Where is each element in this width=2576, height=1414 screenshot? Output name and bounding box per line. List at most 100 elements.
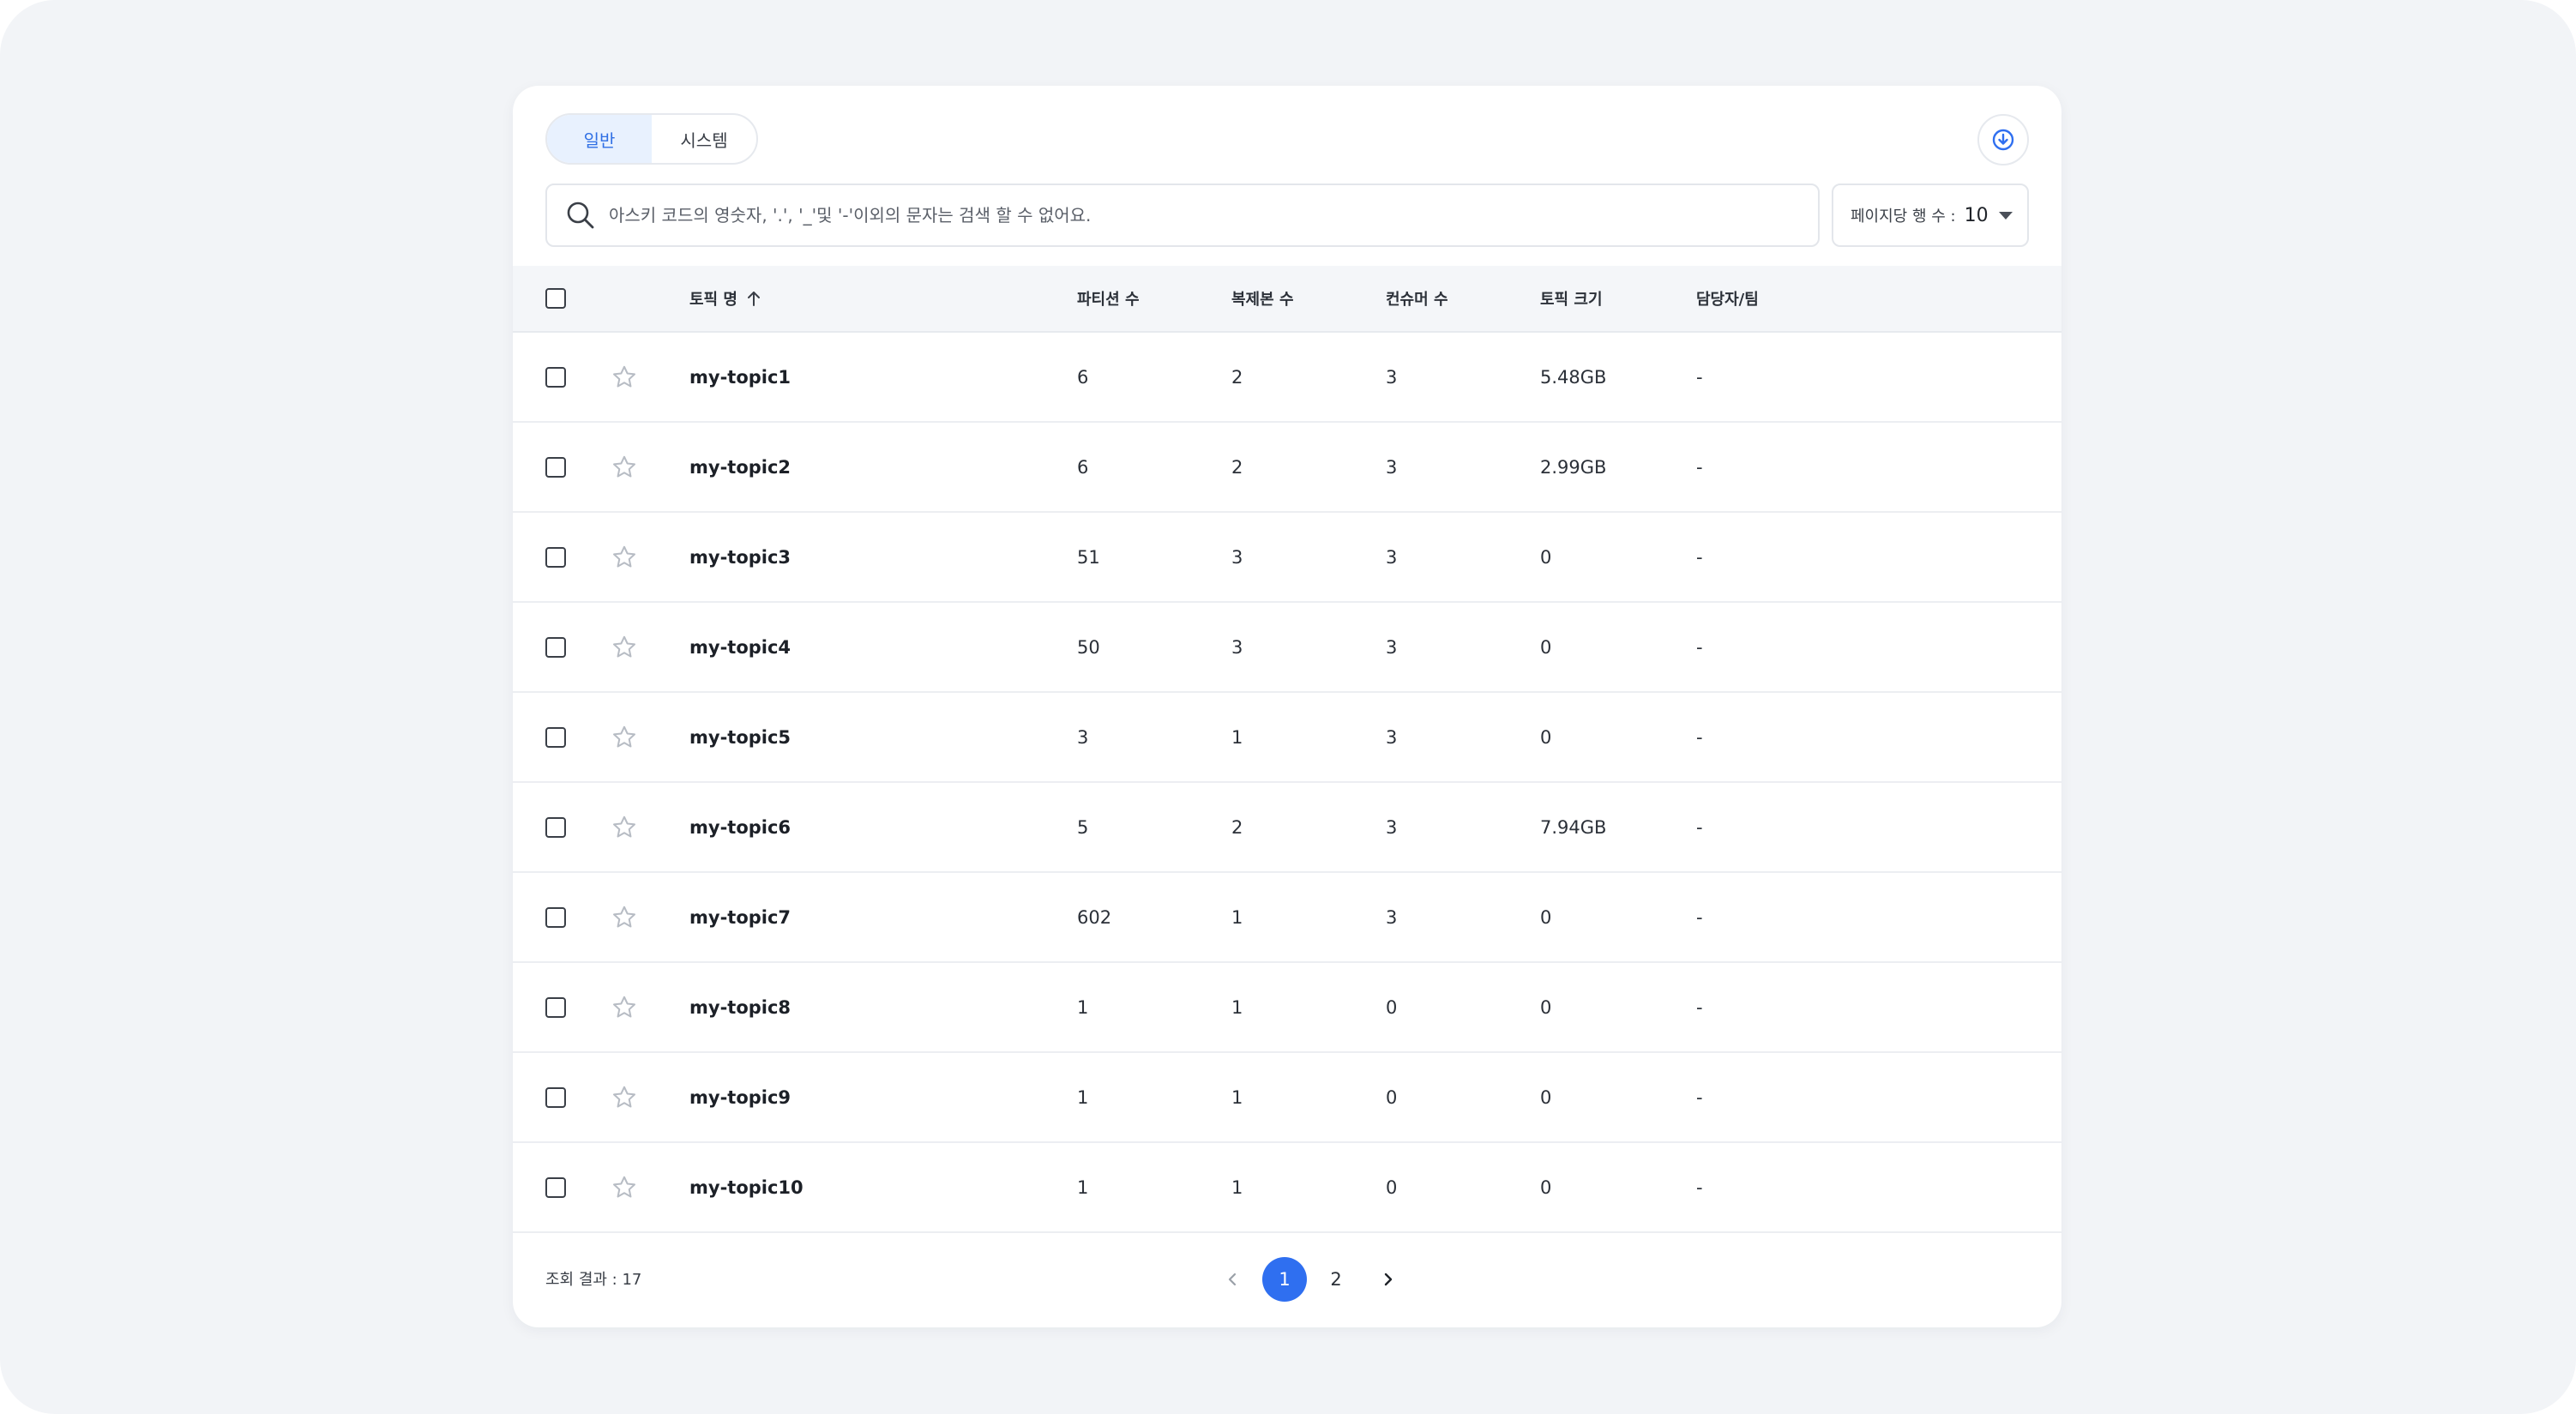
partition-count: 51 <box>1077 546 1100 568</box>
chevron-down-icon <box>1998 211 2013 220</box>
table-row[interactable]: my-topic1 6 2 3 5.48GB - <box>513 333 2061 423</box>
star-icon[interactable] <box>611 634 638 661</box>
partition-count: 1 <box>1077 1086 1089 1108</box>
table-row[interactable]: my-topic4 50 3 3 0 - <box>513 603 2061 693</box>
topic-size: 7.94GB <box>1540 816 1607 838</box>
table-header: 토픽 명 파티션 수 복제본 수 컨슈머 수 토픽 크기 담당자/팀 <box>513 266 2061 333</box>
owner-team: - <box>1696 1086 1703 1108</box>
topic-size: 0 <box>1540 546 1552 568</box>
topic-name[interactable]: my-topic7 <box>689 873 791 961</box>
tab-general[interactable]: 일반 <box>547 115 652 163</box>
rows-per-page-value: 10 <box>1964 204 1989 226</box>
topic-size: 0 <box>1540 906 1552 928</box>
star-icon[interactable] <box>611 454 638 481</box>
row-checkbox[interactable] <box>545 547 566 568</box>
star-icon[interactable] <box>611 904 638 931</box>
owner-team: - <box>1696 636 1703 658</box>
partition-count: 5 <box>1077 816 1089 838</box>
table-row[interactable]: my-topic2 6 2 3 2.99GB - <box>513 423 2061 513</box>
header-topic-size[interactable]: 토픽 크기 <box>1540 266 1603 331</box>
consumer-count: 3 <box>1386 906 1398 928</box>
pagination: 1 2 <box>513 1257 2061 1302</box>
header-topic-name[interactable]: 토픽 명 <box>689 266 763 331</box>
rows-per-page-select[interactable]: 페이지당 행 수 : 10 <box>1832 184 2029 247</box>
consumer-count: 3 <box>1386 726 1398 748</box>
rows-per-page-label: 페이지당 행 수 : <box>1851 208 1956 226</box>
row-checkbox[interactable] <box>545 997 566 1018</box>
topic-size: 0 <box>1540 996 1552 1018</box>
topic-size: 2.99GB <box>1540 456 1607 478</box>
star-icon[interactable] <box>611 364 638 391</box>
star-icon[interactable] <box>611 1084 638 1111</box>
chevron-left-icon <box>1228 1273 1237 1286</box>
star-icon[interactable] <box>611 994 638 1021</box>
owner-team: - <box>1696 546 1703 568</box>
consumer-count: 0 <box>1386 1176 1398 1198</box>
row-checkbox[interactable] <box>545 1177 566 1198</box>
app-background: 일반 시스템 페이지당 행 수 : 10 토픽 명 <box>0 0 2576 1414</box>
topic-size: 0 <box>1540 636 1552 658</box>
table-row[interactable]: my-topic9 1 1 0 0 - <box>513 1053 2061 1143</box>
partition-count: 1 <box>1077 1176 1089 1198</box>
header-consumers[interactable]: 컨슈머 수 <box>1386 266 1448 331</box>
partition-count: 6 <box>1077 366 1089 388</box>
topic-name[interactable]: my-topic10 <box>689 1143 803 1231</box>
topic-size: 0 <box>1540 1086 1552 1108</box>
replica-count: 1 <box>1231 996 1243 1018</box>
topic-name[interactable]: my-topic2 <box>689 423 791 511</box>
row-checkbox[interactable] <box>545 727 566 748</box>
prev-page-button[interactable] <box>1211 1257 1255 1302</box>
header-owner[interactable]: 담당자/팀 <box>1696 266 1759 331</box>
download-circle-icon <box>1992 129 2014 151</box>
topic-name[interactable]: my-topic6 <box>689 783 791 871</box>
tab-system[interactable]: 시스템 <box>652 115 756 163</box>
consumer-count: 3 <box>1386 546 1398 568</box>
partition-count: 3 <box>1077 726 1089 748</box>
replica-count: 1 <box>1231 1086 1243 1108</box>
table-row[interactable]: my-topic3 51 3 3 0 - <box>513 513 2061 603</box>
topic-name[interactable]: my-topic4 <box>689 603 791 691</box>
partition-count: 1 <box>1077 996 1089 1018</box>
table-row[interactable]: my-topic5 3 1 3 0 - <box>513 693 2061 783</box>
consumer-count: 3 <box>1386 456 1398 478</box>
topic-name[interactable]: my-topic5 <box>689 693 791 781</box>
topic-size: 0 <box>1540 726 1552 748</box>
topic-name[interactable]: my-topic1 <box>689 333 791 421</box>
star-icon[interactable] <box>611 544 638 571</box>
page-button-1[interactable]: 1 <box>1262 1257 1307 1302</box>
partition-count: 50 <box>1077 636 1100 658</box>
header-replicas[interactable]: 복제본 수 <box>1231 266 1294 331</box>
search-input[interactable] <box>607 204 1794 226</box>
row-checkbox[interactable] <box>545 637 566 658</box>
row-checkbox[interactable] <box>545 367 566 388</box>
download-button[interactable] <box>1977 114 2029 165</box>
row-checkbox[interactable] <box>545 457 566 478</box>
table-row[interactable]: my-topic7 602 1 3 0 - <box>513 873 2061 963</box>
topic-name[interactable]: my-topic8 <box>689 963 791 1051</box>
table-row[interactable]: my-topic8 1 1 0 0 - <box>513 963 2061 1053</box>
replica-count: 1 <box>1231 906 1243 928</box>
topic-size: 0 <box>1540 1176 1552 1198</box>
header-partitions[interactable]: 파티션 수 <box>1077 266 1140 331</box>
table-row[interactable]: my-topic10 1 1 0 0 - <box>513 1143 2061 1233</box>
topic-name[interactable]: my-topic3 <box>689 513 791 601</box>
topic-name[interactable]: my-topic9 <box>689 1053 791 1141</box>
sort-ascending-icon <box>747 292 760 306</box>
consumer-count: 3 <box>1386 366 1398 388</box>
star-icon[interactable] <box>611 814 638 841</box>
page-button-2[interactable]: 2 <box>1314 1257 1358 1302</box>
select-all-checkbox[interactable] <box>545 288 566 309</box>
table-row[interactable]: my-topic6 5 2 3 7.94GB - <box>513 783 2061 873</box>
row-checkbox[interactable] <box>545 817 566 838</box>
search-box <box>545 184 1820 247</box>
next-page-button[interactable] <box>1365 1257 1410 1302</box>
row-checkbox[interactable] <box>545 907 566 928</box>
owner-team: - <box>1696 816 1703 838</box>
row-checkbox[interactable] <box>545 1087 566 1108</box>
replica-count: 3 <box>1231 636 1243 658</box>
replica-count: 1 <box>1231 1176 1243 1198</box>
consumer-count: 3 <box>1386 636 1398 658</box>
tab-group: 일반 시스템 <box>545 113 758 165</box>
star-icon[interactable] <box>611 1174 638 1201</box>
star-icon[interactable] <box>611 724 638 751</box>
